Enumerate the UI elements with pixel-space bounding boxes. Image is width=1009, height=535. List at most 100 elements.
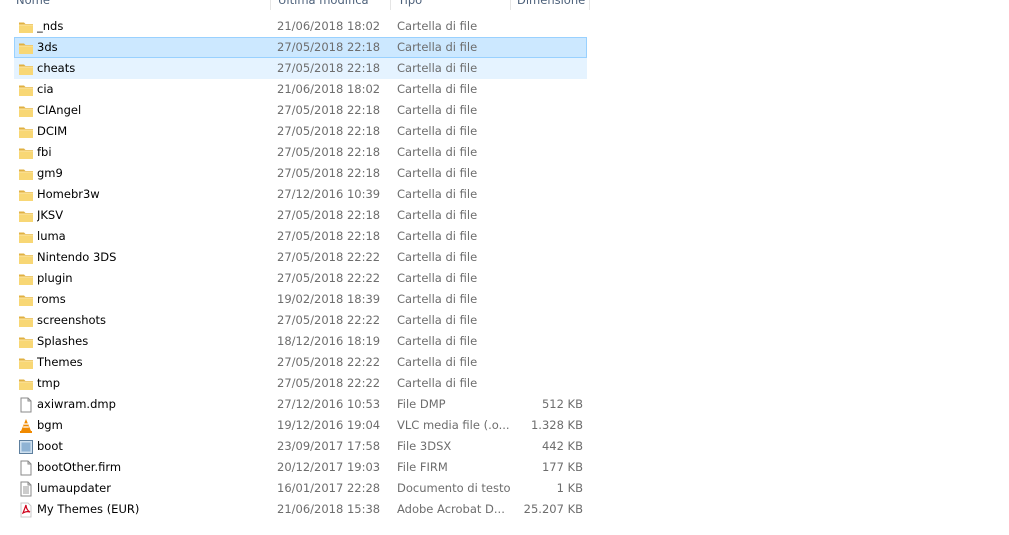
file-name: 3ds xyxy=(37,40,58,54)
file-size: 177 KB xyxy=(541,460,583,474)
file-type: Cartella di file xyxy=(397,229,478,243)
file-date: 23/09/2017 17:58 xyxy=(277,439,381,453)
file-type: Cartella di file xyxy=(397,313,478,327)
file-type: Cartella di file xyxy=(397,376,478,390)
file-row[interactable]: CIAngel 27/05/2018 22:18 Cartella di file xyxy=(14,100,587,121)
file-size xyxy=(515,311,583,330)
file-type: Cartella di file xyxy=(397,187,478,201)
file-row[interactable]: bootOther.firm 20/12/2017 19:03 File FIRM 1… xyxy=(14,457,587,478)
file-size xyxy=(515,206,583,225)
file-name: My Themes (EUR) xyxy=(37,502,140,516)
file-row[interactable]: DCIM 27/05/2018 22:18 Cartella di file xyxy=(14,121,587,142)
file-size: 1 KB xyxy=(556,481,583,495)
file-name: Nintendo 3DS xyxy=(37,250,117,264)
file-type: Cartella di file xyxy=(397,124,478,138)
file-name: tmp xyxy=(37,376,61,390)
folder-icon xyxy=(18,19,34,35)
file-date: 27/05/2018 22:22 xyxy=(277,271,381,285)
file-type: Cartella di file xyxy=(397,82,478,96)
file-date: 27/12/2016 10:53 xyxy=(277,397,381,411)
file-type: Cartella di file xyxy=(397,355,478,369)
file-row[interactable]: lumaupdater 16/01/2017 22:28 Documento di … xyxy=(14,478,587,499)
folder-icon xyxy=(18,292,34,308)
file-row[interactable]: axiwram.dmp 27/12/2016 10:53 File DMP 512 K… xyxy=(14,394,587,415)
file-row[interactable]: bgm 19/12/2016 19:04 VLC media file (.o...… xyxy=(14,415,587,436)
file-row[interactable]: boot 23/09/2017 17:58 File 3DSX 442 KB xyxy=(14,436,587,457)
file-row[interactable]: cheats 27/05/2018 22:18 Cartella di file xyxy=(14,58,587,79)
file-type: Cartella di file xyxy=(397,208,478,222)
folder-icon xyxy=(18,187,34,203)
file-name: CIAngel xyxy=(37,103,82,117)
file-row[interactable]: Splashes 18/12/2016 18:19 Cartella di file xyxy=(14,331,587,352)
folder-icon xyxy=(18,334,34,350)
file-size: 1.328 KB xyxy=(530,418,583,432)
file-size xyxy=(515,143,583,162)
file-date: 27/05/2018 22:18 xyxy=(277,166,381,180)
file-size xyxy=(515,374,583,393)
file-type: Documento di testo xyxy=(397,481,511,495)
file-size xyxy=(515,38,583,57)
file-name: boot xyxy=(37,439,63,453)
folder-icon xyxy=(18,166,34,182)
file-size xyxy=(515,59,583,78)
file-date: 21/06/2018 15:38 xyxy=(277,502,381,516)
file-row[interactable]: plugin 27/05/2018 22:22 Cartella di file xyxy=(14,268,587,289)
file-name: roms xyxy=(37,292,66,306)
file-date: 27/05/2018 22:22 xyxy=(277,313,381,327)
folder-icon xyxy=(18,124,34,140)
file-date: 27/05/2018 22:18 xyxy=(277,124,381,138)
file-row[interactable]: Nintendo 3DS 27/05/2018 22:22 Cartella di … xyxy=(14,247,587,268)
file-date: 27/05/2018 22:22 xyxy=(277,376,381,390)
column-header-name[interactable]: Nome xyxy=(16,0,270,10)
folder-icon xyxy=(18,271,34,287)
file-date: 27/05/2018 22:22 xyxy=(277,355,381,369)
file-row[interactable]: luma 27/05/2018 22:18 Cartella di file xyxy=(14,226,587,247)
column-header-date[interactable]: Ultima modifica xyxy=(270,0,390,10)
file-row[interactable]: Themes 27/05/2018 22:22 Cartella di file xyxy=(14,352,587,373)
file-type: Cartella di file xyxy=(397,271,478,285)
file-date: 19/12/2016 19:04 xyxy=(277,418,381,432)
file-name: bgm xyxy=(37,418,63,432)
folder-icon xyxy=(18,313,34,329)
file-type: Adobe Acrobat D... xyxy=(397,502,505,516)
vlc-icon xyxy=(18,418,34,434)
file-size xyxy=(515,122,583,141)
file-row[interactable]: Homebr3w 27/12/2016 10:39 Cartella di file xyxy=(14,184,587,205)
file-size xyxy=(515,101,583,120)
file-date: 16/01/2017 22:28 xyxy=(277,481,381,495)
file-size: 25.207 KB xyxy=(523,502,583,516)
text-file-icon xyxy=(18,481,34,497)
file-row[interactable]: cia 21/06/2018 18:02 Cartella di file xyxy=(14,79,587,100)
file-date: 19/02/2018 18:39 xyxy=(277,292,381,306)
file-row[interactable]: screenshots 27/05/2018 22:22 Cartella di f… xyxy=(14,310,587,331)
folder-icon xyxy=(18,61,34,77)
column-header-size[interactable]: Dimensione xyxy=(510,0,590,10)
file-date: 21/06/2018 18:02 xyxy=(277,19,381,33)
file-type: Cartella di file xyxy=(397,250,478,264)
file-name: bootOther.firm xyxy=(37,460,122,474)
folder-icon xyxy=(18,82,34,98)
file-row[interactable]: fbi 27/05/2018 22:18 Cartella di file xyxy=(14,142,587,163)
file-name: gm9 xyxy=(37,166,63,180)
column-header-type[interactable]: Tipo xyxy=(390,0,510,10)
file-row[interactable]: roms 19/02/2018 18:39 Cartella di file xyxy=(14,289,587,310)
file-date: 27/05/2018 22:18 xyxy=(277,208,381,222)
column-header-bar: Nome Ultima modifica Tipo Dimensione xyxy=(0,0,590,10)
file-row[interactable]: _nds 21/06/2018 18:02 Cartella di file xyxy=(14,16,587,37)
file-row[interactable]: 3ds 27/05/2018 22:18 Cartella di file xyxy=(14,37,587,58)
file-name: cheats xyxy=(37,61,76,75)
file-size xyxy=(515,227,583,246)
file-row[interactable]: gm9 27/05/2018 22:18 Cartella di file xyxy=(14,163,587,184)
file-name: fbi xyxy=(37,145,52,159)
file-row[interactable]: JKSV 27/05/2018 22:18 Cartella di file xyxy=(14,205,587,226)
file-date: 27/05/2018 22:18 xyxy=(277,145,381,159)
file-row[interactable]: My Themes (EUR) 21/06/2018 15:38 Adobe Acr… xyxy=(14,499,587,520)
file-date: 27/05/2018 22:18 xyxy=(277,61,381,75)
file-row[interactable]: tmp 27/05/2018 22:22 Cartella di file xyxy=(14,373,587,394)
folder-icon xyxy=(18,145,34,161)
file-size xyxy=(515,353,583,372)
file-size xyxy=(515,269,583,288)
file-type: Cartella di file xyxy=(397,103,478,117)
file-size xyxy=(515,332,583,351)
file-name: JKSV xyxy=(37,208,64,222)
